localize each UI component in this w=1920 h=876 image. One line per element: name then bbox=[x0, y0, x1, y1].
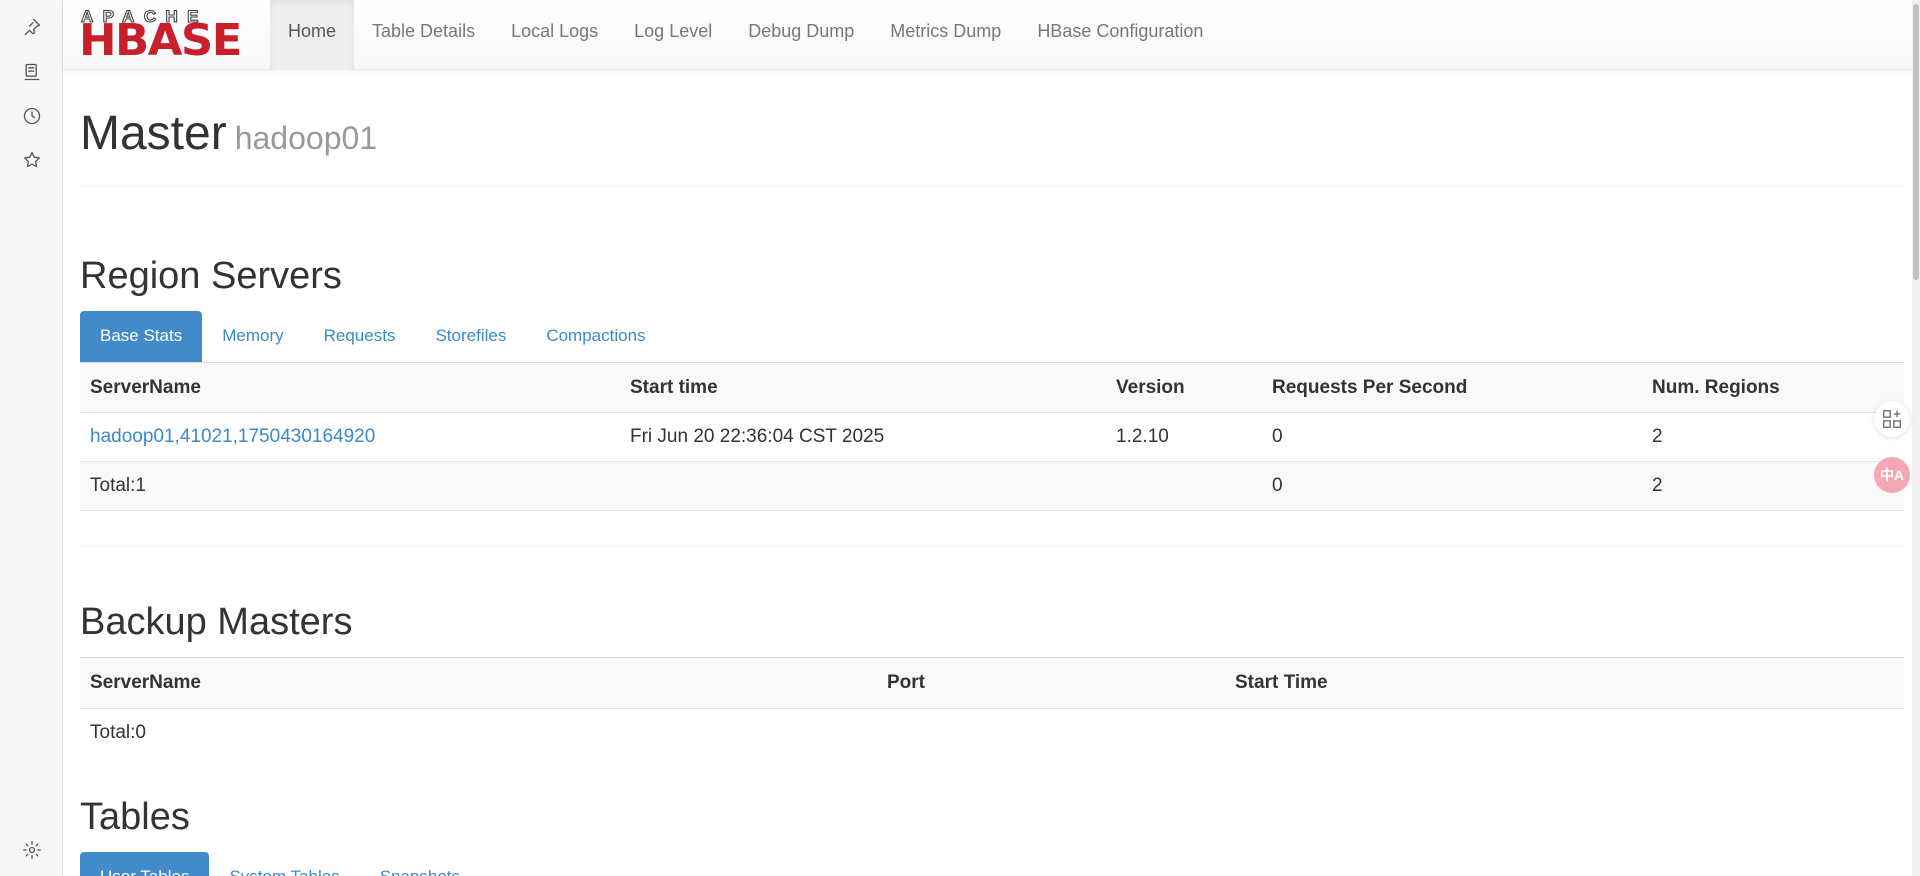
nav-log-level[interactable]: Log Level bbox=[616, 0, 730, 70]
nav-menu: Home Table Details Local Logs Log Level … bbox=[270, 0, 1221, 70]
total-row: Total:0 bbox=[80, 709, 1904, 758]
col-start-time: Start Time bbox=[1225, 657, 1904, 709]
page-title-text: Master bbox=[80, 107, 227, 160]
translate-label: 中A bbox=[1879, 467, 1905, 483]
top-navbar: APACHE HBASE Home Table Details Local Lo… bbox=[63, 0, 1920, 70]
cell-total: Total:1 bbox=[80, 461, 620, 511]
apps-grid-icon[interactable] bbox=[1874, 401, 1910, 437]
page-scrollbar[interactable] bbox=[1912, 0, 1920, 876]
cell-empty bbox=[1106, 461, 1262, 511]
nav-debug-dump[interactable]: Debug Dump bbox=[730, 0, 872, 70]
nav-hbase-configuration[interactable]: HBase Configuration bbox=[1019, 0, 1221, 70]
region-servers-table: ServerName Start time Version Requests P… bbox=[80, 362, 1904, 511]
cell-requests: 0 bbox=[1262, 412, 1642, 462]
cell-total: Total:0 bbox=[90, 722, 146, 744]
divider bbox=[80, 546, 1904, 547]
col-servername: ServerName bbox=[80, 657, 877, 709]
tables-heading: Tables bbox=[80, 795, 190, 838]
nav-home[interactable]: Home bbox=[270, 0, 355, 70]
cell-servername: hadoop01,41021,1750430164920 bbox=[80, 412, 620, 462]
server-link[interactable]: hadoop01,41021,1750430164920 bbox=[90, 426, 375, 447]
table-row: hadoop01,41021,1750430164920 Fri Jun 20 … bbox=[80, 412, 1904, 462]
star-icon[interactable] bbox=[20, 148, 44, 172]
sparkle-pin-icon[interactable] bbox=[20, 15, 44, 39]
cell-regions: 2 bbox=[1642, 412, 1904, 462]
translate-icon[interactable]: 中A bbox=[1874, 457, 1910, 493]
col-start-time: Start time bbox=[620, 362, 1106, 413]
nav-table-details[interactable]: Table Details bbox=[354, 0, 493, 70]
history-icon[interactable] bbox=[20, 104, 44, 128]
tab-compactions[interactable]: Compactions bbox=[526, 311, 665, 362]
cell-start-time: Fri Jun 20 22:36:04 CST 2025 bbox=[620, 412, 1106, 462]
main-content: Master hadoop01 Region Servers Base Stats… bbox=[80, 70, 1904, 876]
cell-version: 1.2.10 bbox=[1106, 412, 1262, 462]
backup-masters-heading: Backup Masters bbox=[80, 601, 353, 643]
hbase-logo[interactable]: APACHE HBASE bbox=[79, 6, 242, 62]
gear-icon[interactable] bbox=[20, 838, 44, 862]
tab-base-stats[interactable]: Base Stats bbox=[80, 311, 203, 362]
col-servername: ServerName bbox=[80, 362, 620, 413]
col-port: Port bbox=[877, 657, 1225, 709]
tab-system-tables[interactable]: System Tables bbox=[209, 852, 359, 876]
page-host: hadoop01 bbox=[234, 120, 378, 156]
tab-requests[interactable]: Requests bbox=[304, 311, 416, 362]
cell-total-requests: 0 bbox=[1262, 461, 1642, 511]
cell-empty bbox=[1225, 709, 1904, 758]
scrollbar-thumb[interactable] bbox=[1913, 4, 1919, 280]
col-num-regions: Num. Regions bbox=[1642, 362, 1904, 413]
tab-storefiles[interactable]: Storefiles bbox=[415, 311, 526, 362]
region-servers-heading: Region Servers bbox=[80, 255, 342, 297]
nav-local-logs[interactable]: Local Logs bbox=[493, 0, 616, 70]
col-version: Version bbox=[1106, 362, 1262, 413]
col-requests-per-second: Requests Per Second bbox=[1262, 362, 1642, 413]
tab-memory[interactable]: Memory bbox=[202, 311, 303, 362]
cell-empty bbox=[620, 461, 1106, 511]
browser-side-panel bbox=[0, 0, 63, 876]
divider bbox=[80, 186, 1904, 187]
tab-snapshots[interactable]: Snapshots bbox=[360, 852, 480, 876]
total-row: Total:1 0 2 bbox=[80, 461, 1904, 511]
storage-icon[interactable] bbox=[20, 60, 44, 84]
page-title: Master hadoop01 bbox=[80, 110, 1904, 158]
tab-user-tables[interactable]: User Tables bbox=[80, 851, 210, 876]
logo-hbase-text: HBASE bbox=[79, 15, 242, 66]
region-servers-tabs: Base Stats Memory Requests Storefiles Co… bbox=[80, 311, 1904, 362]
tables-tabs: User Tables System Tables Snapshots bbox=[80, 851, 1904, 876]
nav-metrics-dump[interactable]: Metrics Dump bbox=[872, 0, 1019, 70]
cell-empty bbox=[877, 709, 1225, 758]
backup-masters-table: ServerName Port Start Time Total:0 bbox=[80, 657, 1904, 758]
cell-total-regions: 2 bbox=[1642, 461, 1904, 511]
